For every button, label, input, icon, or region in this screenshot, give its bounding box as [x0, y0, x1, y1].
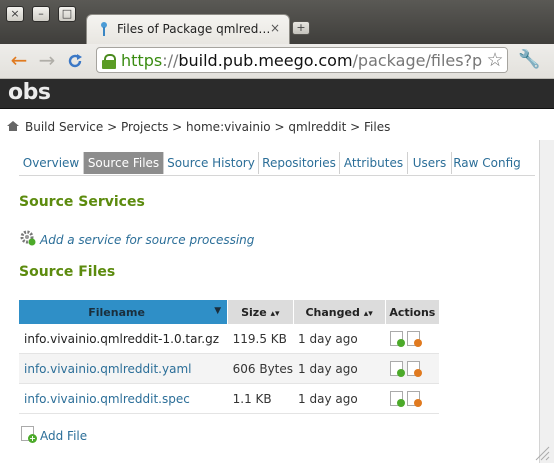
breadcrumb: Build Service > Projects > home:vivainio…	[0, 114, 554, 140]
filename-header-label: Filename	[88, 305, 145, 319]
file-changed: 1 day ago	[293, 324, 386, 354]
url-separator: ://	[162, 51, 179, 70]
file-name-link[interactable]: info.vivainio.qmlreddit.spec	[19, 383, 228, 414]
breadcrumb-separator: >	[274, 120, 285, 134]
maximize-window-button[interactable]: □	[58, 6, 76, 22]
changed-column-header[interactable]: Changed ▴▾	[293, 300, 386, 324]
sort-both-icon: ▴▾	[270, 308, 280, 319]
file-actions	[385, 324, 439, 354]
size-header-label: Size	[241, 305, 267, 319]
file-actions	[385, 383, 439, 414]
download-file-icon[interactable]	[390, 361, 406, 377]
table-row: info.vivainio.qmlreddit.spec 1.1 KB 1 da…	[19, 383, 439, 414]
file-size: 1.1 KB	[227, 383, 294, 414]
table-row: info.vivainio.qmlreddit-1.0.tar.gz 119.5…	[19, 324, 439, 354]
wrench-menu-icon[interactable]: 🔧	[518, 49, 540, 71]
tab-repositories[interactable]: Repositories	[259, 152, 340, 174]
address-bar[interactable]: https://build.pub.meego.com/package/file…	[96, 47, 508, 73]
breadcrumb-separator: >	[107, 120, 118, 134]
tab-overview[interactable]: Overview	[19, 152, 84, 174]
file-size: 119.5 KB	[227, 324, 294, 354]
back-arrow-icon[interactable]: ←	[8, 49, 30, 71]
source-services-heading: Source Services	[19, 194, 145, 210]
page-scrollbar[interactable]	[539, 140, 554, 463]
gear-icon	[20, 230, 36, 246]
package-tabs: Overview Source Files Source History Rep…	[19, 152, 535, 176]
url-scheme: https	[121, 51, 163, 70]
tab-close-icon[interactable]: ×	[268, 21, 282, 35]
filename-column-header[interactable]: Filename ▼	[19, 300, 229, 324]
table-row: info.vivainio.qmlreddit.yaml 606 Bytes 1…	[19, 353, 439, 384]
delete-file-icon[interactable]	[407, 331, 423, 347]
changed-header-label: Changed	[305, 305, 360, 319]
bookmark-star-icon[interactable]: ☆	[483, 48, 507, 72]
delete-file-icon[interactable]	[407, 391, 423, 407]
delete-file-icon[interactable]	[407, 361, 423, 377]
table-header-row: Filename ▼ Size ▴▾ Changed ▴▾ Actions	[19, 300, 439, 324]
tab-title: Files of Package qmlred…	[117, 22, 271, 36]
reload-icon[interactable]	[66, 52, 84, 70]
source-files-heading: Source Files	[19, 264, 116, 280]
file-changed: 1 day ago	[293, 383, 386, 414]
tab-source-files[interactable]: Source Files	[84, 152, 164, 174]
browser-toolbar: ← → https://build.pub.meego.com/package/…	[0, 44, 554, 79]
add-plus-icon: +	[28, 434, 37, 443]
breadcrumb-current: Files	[364, 120, 391, 134]
files-table: Filename ▼ Size ▴▾ Changed ▴▾ Actions in…	[19, 300, 439, 414]
window-titlebar: × – □ Files of Package qmlred… × +	[0, 0, 554, 44]
breadcrumb-separator: >	[172, 120, 183, 134]
url-host: build.pub.meego.com	[178, 51, 353, 70]
minimize-window-button[interactable]: –	[32, 6, 50, 22]
file-name-link[interactable]: info.vivainio.qmlreddit.yaml	[19, 353, 228, 384]
browser-tab[interactable]: Files of Package qmlred… ×	[86, 14, 290, 44]
actions-column-header: Actions	[385, 300, 439, 324]
file-name: info.vivainio.qmlreddit-1.0.tar.gz	[19, 324, 228, 354]
breadcrumb-trail: Build Service > Projects > home:vivainio…	[25, 120, 390, 134]
download-file-icon[interactable]	[390, 331, 406, 347]
download-file-icon[interactable]	[390, 391, 406, 407]
file-actions	[385, 353, 439, 384]
new-tab-button[interactable]: +	[292, 21, 310, 35]
file-size: 606 Bytes	[227, 353, 294, 384]
url-text: https://build.pub.meego.com/package/file…	[121, 51, 507, 70]
add-service-link[interactable]: Add a service for source processing	[40, 233, 254, 247]
size-column-header[interactable]: Size ▴▾	[227, 300, 294, 324]
sort-desc-icon: ▼	[214, 305, 222, 316]
breadcrumb-project[interactable]: home:vivainio	[186, 120, 271, 134]
favicon-icon	[101, 22, 107, 36]
obs-logo[interactable]: obs	[8, 80, 51, 105]
close-window-button[interactable]: ×	[6, 6, 24, 22]
file-changed: 1 day ago	[293, 353, 386, 384]
site-header: obs	[0, 79, 554, 109]
tab-raw-config[interactable]: Raw Config	[452, 152, 522, 174]
breadcrumb-separator: >	[350, 120, 361, 134]
breadcrumb-build-service[interactable]: Build Service	[25, 120, 103, 134]
breadcrumb-projects[interactable]: Projects	[121, 120, 168, 134]
sort-both-icon: ▴▾	[363, 308, 373, 319]
resize-grip-icon[interactable]	[532, 443, 550, 461]
home-icon[interactable]	[7, 121, 19, 131]
tab-users[interactable]: Users	[408, 152, 452, 174]
forward-arrow-icon[interactable]: →	[36, 49, 58, 71]
breadcrumb-package[interactable]: qmlreddit	[288, 120, 346, 134]
tab-attributes[interactable]: Attributes	[340, 152, 408, 174]
tab-source-history[interactable]: Source History	[164, 152, 259, 174]
lock-body	[102, 60, 116, 69]
add-file-link[interactable]: Add File	[40, 429, 87, 443]
